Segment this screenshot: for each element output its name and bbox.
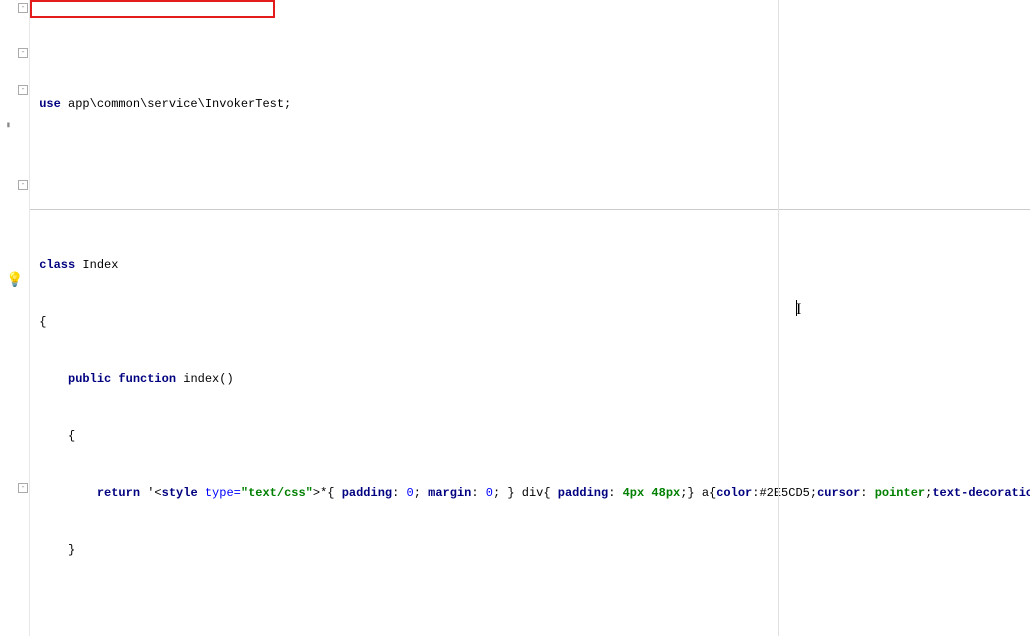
fold-icon[interactable]: - (18, 180, 28, 190)
code-line[interactable]: use app\common\service\InvokerTest; (30, 95, 1030, 114)
lightbulb-icon[interactable]: 💡 (6, 272, 20, 286)
fold-icon[interactable]: - (18, 483, 28, 493)
separator (30, 209, 1030, 210)
code-line[interactable]: class Index (30, 256, 1030, 275)
margin-guide (778, 0, 779, 636)
fold-icon[interactable]: - (18, 85, 28, 95)
fold-icon[interactable]: - (18, 48, 28, 58)
code-line[interactable] (30, 598, 1030, 617)
code-editor[interactable]: - - ▮ - - 💡 - use app\common\service\Inv… (0, 0, 1030, 636)
highlight-box (30, 0, 275, 18)
code-line[interactable] (30, 152, 1030, 171)
code-content[interactable]: use app\common\service\InvokerTest; clas… (30, 0, 1030, 636)
code-line[interactable]: } (30, 541, 1030, 560)
code-line[interactable]: public function index() (30, 370, 1030, 389)
marker-icon: ▮ (6, 120, 20, 134)
editor-gutter: - - ▮ - - 💡 - (0, 0, 30, 636)
text-cursor-icon: I (796, 300, 797, 316)
fold-icon[interactable]: - (18, 3, 28, 13)
code-line[interactable]: { (30, 313, 1030, 332)
code-line[interactable]: return '<style type="text/css">*{ paddin… (30, 484, 1030, 503)
code-line[interactable]: { (30, 427, 1030, 446)
